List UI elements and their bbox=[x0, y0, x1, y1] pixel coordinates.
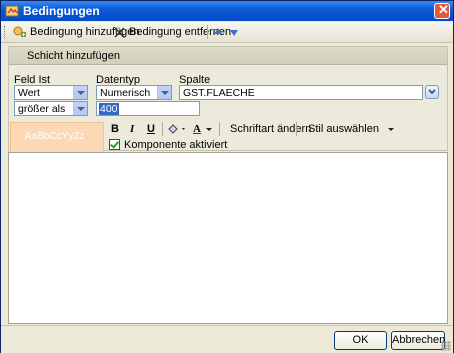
italic-button[interactable]: I bbox=[130, 122, 134, 136]
chevron-down-icon[interactable] bbox=[73, 102, 87, 115]
spalte-dropdown-button[interactable] bbox=[425, 85, 439, 99]
window-title: Bedingungen bbox=[23, 4, 100, 18]
dropdown-arrow-icon bbox=[205, 128, 212, 131]
title-bar[interactable]: Bedingungen ✕ bbox=[1, 1, 453, 21]
panel-header-label: Schicht hinzufügen bbox=[27, 50, 120, 62]
component-active-checkbox[interactable] bbox=[109, 139, 120, 150]
font-color-letter: A bbox=[193, 123, 201, 135]
add-condition-icon bbox=[13, 26, 26, 37]
feld-select-value: Wert bbox=[18, 87, 40, 99]
chevron-down-icon[interactable] bbox=[157, 86, 171, 99]
datentyp-select[interactable]: Numerisch bbox=[96, 85, 172, 100]
preview-text: AaBbCcYyZz bbox=[25, 131, 85, 142]
component-active-label: Komponente aktiviert bbox=[124, 139, 228, 151]
underline-button[interactable]: U bbox=[147, 122, 155, 136]
style-preview: AaBbCcYyZz bbox=[10, 122, 104, 154]
toolbar: Bedingung hinzufügen Bedingung entfernen bbox=[1, 22, 453, 43]
arrow-up-icon bbox=[214, 28, 222, 34]
close-icon: ✕ bbox=[438, 2, 449, 17]
style-select-button[interactable]: Stil auswählen bbox=[308, 122, 395, 136]
format-separator bbox=[219, 122, 220, 136]
conditions-list[interactable] bbox=[8, 152, 448, 324]
style-select-label: Stil auswählen bbox=[308, 123, 379, 135]
ok-button[interactable]: OK bbox=[334, 331, 387, 350]
move-down-button[interactable] bbox=[229, 25, 239, 39]
spalte-select-value: GST.FLAECHE bbox=[183, 87, 255, 99]
panel-header[interactable]: Schicht hinzufügen bbox=[9, 47, 447, 65]
spalte-select[interactable]: GST.FLAECHE bbox=[179, 85, 423, 100]
format-separator bbox=[162, 122, 163, 136]
toolbar-separator bbox=[207, 25, 208, 39]
cancel-label: Abbrechen bbox=[392, 334, 446, 346]
close-button[interactable]: ✕ bbox=[434, 2, 450, 19]
dropdown-arrow-icon bbox=[387, 128, 394, 131]
fill-color-button[interactable] bbox=[167, 122, 187, 136]
bold-label: B bbox=[111, 123, 119, 135]
change-font-label: Schriftart ändern bbox=[230, 123, 312, 135]
format-separator bbox=[296, 122, 297, 136]
compare-value-input[interactable]: 400 bbox=[96, 101, 200, 116]
app-icon bbox=[5, 5, 19, 17]
cancel-button[interactable]: Abbrechen bbox=[391, 331, 445, 350]
ok-label: OK bbox=[352, 334, 369, 346]
chevron-down-icon[interactable] bbox=[73, 86, 87, 99]
operator-select[interactable]: größer als bbox=[14, 101, 88, 116]
datentyp-select-value: Numerisch bbox=[100, 87, 151, 99]
move-up-button[interactable] bbox=[213, 25, 223, 39]
remove-x-icon bbox=[114, 26, 125, 38]
change-font-button[interactable]: Schriftart ändern bbox=[230, 122, 311, 136]
italic-label: I bbox=[130, 123, 135, 135]
paint-bucket-icon bbox=[168, 124, 185, 134]
operator-select-value: größer als bbox=[18, 103, 66, 115]
arrow-down-icon bbox=[230, 30, 238, 36]
resize-grip[interactable] bbox=[441, 341, 451, 351]
font-color-button[interactable]: A bbox=[193, 122, 213, 136]
chevron-down-icon bbox=[428, 89, 436, 95]
underline-label: U bbox=[147, 123, 155, 135]
toolbar-grip[interactable] bbox=[4, 26, 7, 38]
compare-value-text: 400 bbox=[99, 103, 119, 115]
dialog-window: Bedingungen ✕ Bedingung hinzufügen Bedin… bbox=[0, 0, 454, 353]
button-bar: OK Abbrechen bbox=[1, 325, 453, 353]
bold-button[interactable]: B bbox=[111, 122, 119, 136]
feld-select[interactable]: Wert bbox=[14, 85, 88, 100]
